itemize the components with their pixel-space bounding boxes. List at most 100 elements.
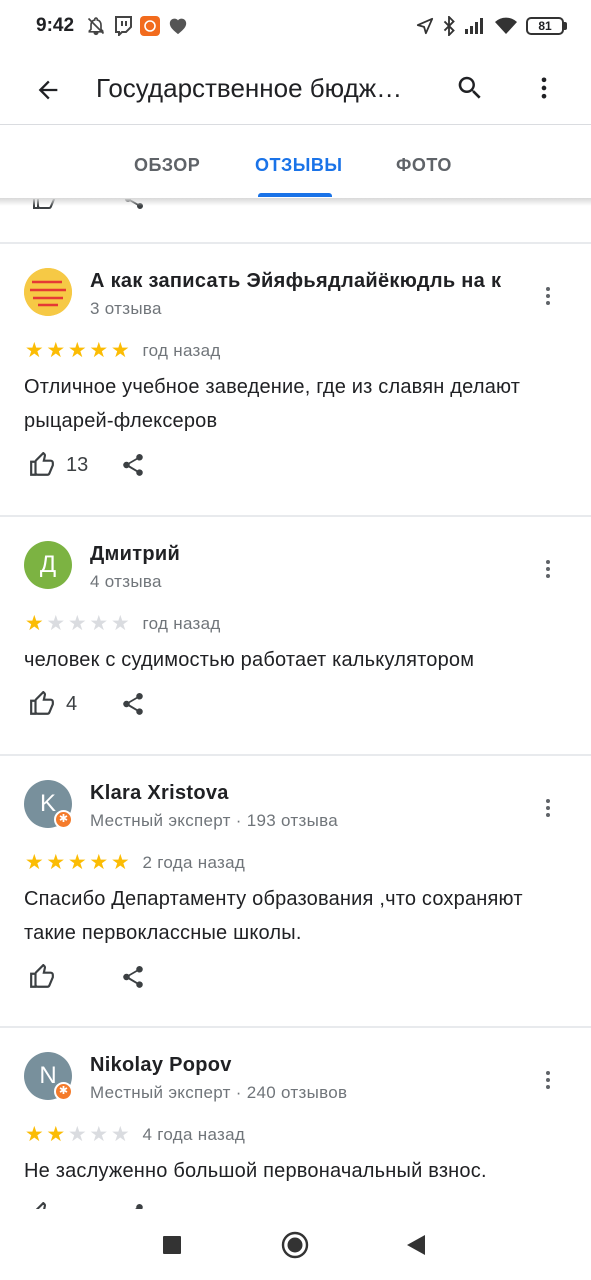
back-button[interactable] (28, 70, 68, 110)
heart-icon (169, 18, 187, 35)
review-text: Спасибо Департаменту образования ,что со… (24, 888, 523, 944)
reviews-list[interactable]: А как записать Эйяфьядлайёкюдль на к 3 о… (0, 199, 591, 1209)
like-button[interactable] (28, 964, 66, 990)
avatar-image (24, 268, 72, 316)
review-card: А как записать Эйяфьядлайёкюдль на к 3 о… (0, 244, 591, 514)
avatar[interactable]: N ✱ (24, 1052, 73, 1101)
reviewer-name[interactable]: А как записать Эйяфьядлайёкюдль на к (90, 270, 512, 293)
stop-square-icon[interactable] (162, 1235, 182, 1255)
star-icon: ★ (67, 339, 87, 362)
review-text: Не заслуженно большой первоначальный взн… (24, 1160, 487, 1182)
like-button[interactable] (28, 1202, 56, 1209)
local-guide-badge: ✱ (54, 810, 73, 829)
battery-icon: 81 (526, 17, 567, 35)
app-bar: Государственное бюдж… (0, 52, 591, 124)
thumb-up-icon (30, 452, 54, 476)
back-triangle-icon[interactable] (405, 1233, 427, 1257)
more-vert-icon (541, 77, 547, 99)
star-icon: ★ (89, 851, 109, 874)
review-card: K ✱ Klara Xristova Местный эксперт · 193… (0, 756, 591, 1026)
local-guide-badge: ✱ (54, 1082, 73, 1101)
home-circle-icon[interactable] (281, 1231, 309, 1259)
star-icon: ★ (89, 339, 109, 362)
star-rating: ★ ★ ★ ★ ★ (24, 1124, 131, 1145)
wifi-icon (495, 17, 517, 34)
share-icon[interactable] (120, 1202, 146, 1209)
share-icon[interactable] (120, 452, 146, 478)
reviewer-name[interactable]: Nikolay Popov (90, 1054, 512, 1077)
search-icon (458, 76, 481, 99)
more-options-button[interactable] (524, 68, 564, 108)
rating-row: ★ ★ ★ ★ ★ год назад (24, 613, 221, 634)
review-card: Д Дмитрий 4 отзыва ★ ★ ★ ★ ★ год назад челов… (0, 517, 591, 787)
rating-row: ★ ★ ★ ★ ★ 2 года назад (24, 852, 245, 873)
tab-reviews[interactable]: ОТЗЫВЫ (255, 155, 343, 176)
like-button[interactable]: 13 (28, 452, 88, 478)
star-icon: ★ (110, 612, 130, 635)
review-text: человек с судимостью работает калькулято… (24, 649, 475, 671)
mi-app-icon (140, 16, 161, 36)
avatar-initial: N (39, 1062, 57, 1089)
star-icon: ★ (24, 1123, 44, 1146)
more-vert-icon (546, 799, 550, 817)
review-actions (28, 1202, 143, 1209)
star-icon: ★ (67, 851, 87, 874)
arrow-back-icon (38, 80, 58, 100)
review-text: Отличное учебное заведение, где из славя… (24, 376, 521, 432)
avatar[interactable]: Д (24, 541, 72, 589)
like-button[interactable]: 4 (28, 691, 77, 717)
review-more-button[interactable] (532, 553, 564, 585)
star-icon: ★ (67, 612, 87, 635)
avatar[interactable] (24, 268, 72, 316)
system-nav-bar (0, 1209, 591, 1280)
thumb-up-icon (30, 964, 54, 988)
more-vert-icon (546, 1071, 550, 1089)
location-arrow-icon (416, 17, 434, 35)
bluetooth-icon (443, 16, 455, 36)
notifications-off-icon (87, 17, 105, 36)
star-icon: ★ (46, 851, 66, 874)
status-bar: 9:42 81 (0, 0, 591, 52)
thumb-up-icon (30, 691, 54, 715)
rating-row: ★ ★ ★ ★ ★ год назад (24, 340, 221, 361)
review-more-button[interactable] (532, 280, 564, 312)
review-date: 4 года назад (142, 1124, 246, 1144)
more-vert-icon (546, 287, 550, 305)
avatar-initial: K (39, 790, 56, 817)
star-rating: ★ ★ ★ ★ ★ (24, 613, 131, 634)
battery-level: 81 (526, 17, 564, 35)
star-icon: ★ (46, 1123, 66, 1146)
review-more-button[interactable] (532, 792, 564, 824)
tab-overview[interactable]: ОБЗОР (134, 155, 200, 176)
star-icon: ★ (89, 1123, 109, 1146)
reviewer-name[interactable]: Klara Xristova (90, 782, 512, 805)
status-time: 9:42 (36, 15, 75, 36)
status-notification-icons (86, 16, 188, 36)
twitch-icon (115, 16, 133, 36)
tab-photos[interactable]: ФОТО (396, 155, 452, 176)
star-icon: ★ (110, 1123, 130, 1146)
tabs-shadow (0, 198, 591, 206)
signal-icon (465, 18, 483, 34)
reviewer-meta: Местный эксперт · 193 отзыва (90, 811, 339, 830)
review-date: год назад (142, 340, 221, 360)
share-icon[interactable] (120, 691, 146, 717)
star-rating: ★ ★ ★ ★ ★ (24, 340, 131, 361)
rating-row: ★ ★ ★ ★ ★ 4 года назад (24, 1124, 245, 1145)
like-count: 4 (66, 692, 78, 715)
star-icon: ★ (110, 851, 130, 874)
star-icon: ★ (24, 339, 44, 362)
star-icon: ★ (46, 612, 66, 635)
star-icon: ★ (46, 339, 66, 362)
review-actions: 4 (28, 691, 143, 717)
like-count: 13 (66, 453, 89, 476)
review-more-button[interactable] (532, 1064, 564, 1096)
active-tab-indicator (258, 193, 332, 197)
share-icon[interactable] (120, 964, 146, 990)
avatar[interactable]: K ✱ (24, 780, 73, 829)
search-button[interactable] (450, 68, 490, 108)
review-date: 2 года назад (142, 852, 246, 872)
star-icon: ★ (67, 1123, 87, 1146)
reviewer-name[interactable]: Дмитрий (90, 543, 512, 566)
more-vert-icon (546, 560, 550, 578)
